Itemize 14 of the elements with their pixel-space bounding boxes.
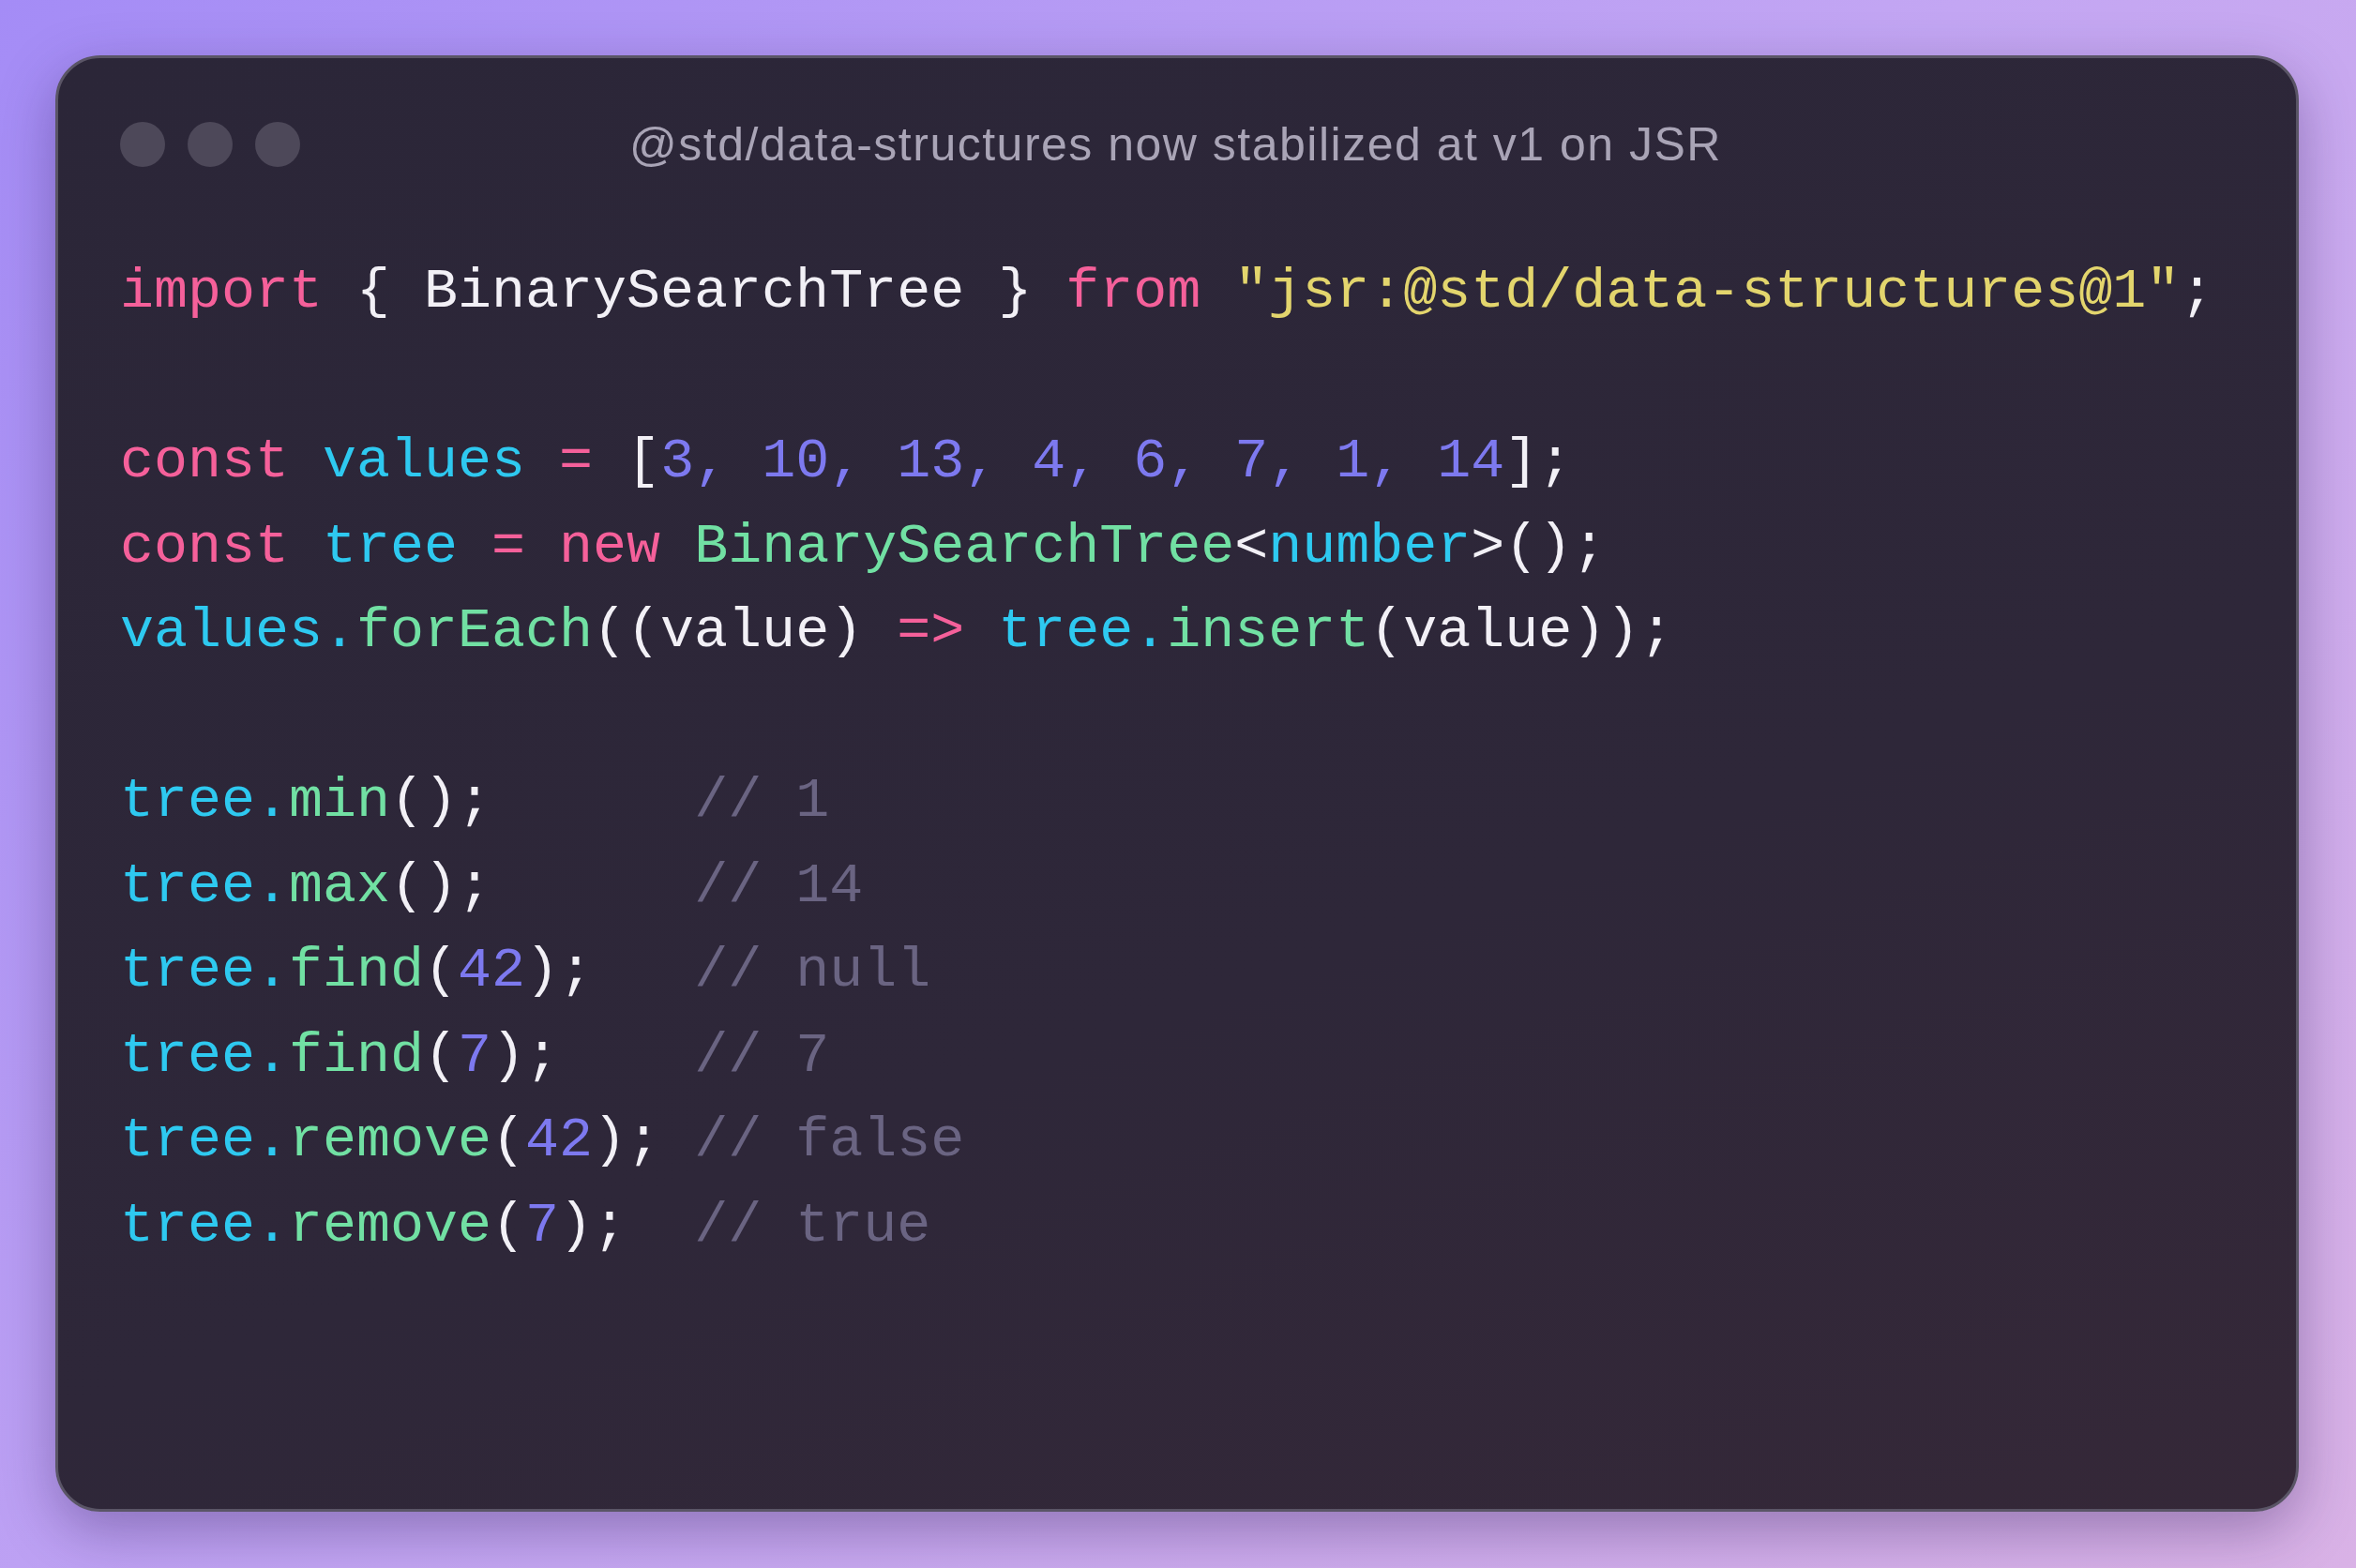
code-line: tree.remove(7); // true	[120, 1192, 931, 1259]
code-line: tree.min(); // 1	[120, 768, 830, 835]
window-control-icon[interactable]	[120, 122, 165, 167]
code-line: tree.remove(42); // false	[120, 1108, 965, 1174]
code-line: values.forEach((value) => tree.insert(value));	[120, 598, 1674, 665]
code-line: tree.max(); // 14	[120, 852, 864, 920]
code-line: const values = [3, 10, 13, 4, 6, 7, 1, 14];	[120, 429, 1573, 495]
window-control-icon[interactable]	[255, 122, 300, 167]
code-line: tree.find(7); // 7	[120, 1022, 830, 1090]
code-line: const tree = new BinarySearchTree<number>();	[120, 513, 1607, 580]
code-line: tree.find(42); // null	[120, 938, 931, 1004]
code-line: import { BinarySearchTree } from "jsr:@std/data-structures@1";	[120, 259, 2214, 325]
window-control-icon[interactable]	[188, 122, 233, 167]
window-title: @std/data-structures now stabilized at v1 on JSR	[629, 117, 1722, 172]
